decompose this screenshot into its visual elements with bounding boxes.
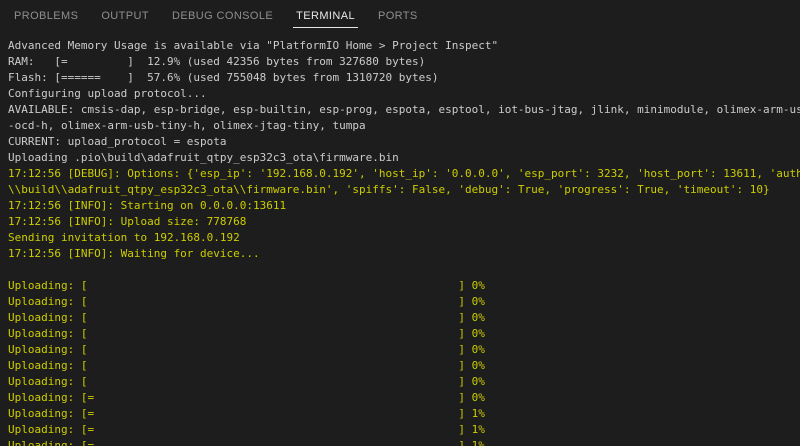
terminal-line-progress: Uploading: [= ] 1%: [8, 422, 800, 438]
terminal-line-progress: Uploading: [= ] 1%: [8, 406, 800, 422]
terminal-line-info-starting: 17:12:56 [INFO]: Starting on 0.0.0.0:136…: [8, 198, 800, 214]
terminal-line-debug-options: 17:12:56 [DEBUG]: Options: {'esp_ip': '1…: [8, 166, 800, 182]
tab-ports[interactable]: PORTS: [375, 6, 421, 28]
terminal-line-progress: Uploading: [ ] 0%: [8, 294, 800, 310]
terminal-line-progress: Uploading: [ ] 0%: [8, 326, 800, 342]
terminal-line-flash: Flash: [====== ] 57.6% (used 755048 byte…: [8, 70, 800, 86]
terminal-line-available: AVAILABLE: cmsis-dap, esp-bridge, esp-bu…: [8, 102, 800, 118]
terminal-line-current: CURRENT: upload_protocol = espota: [8, 134, 800, 150]
terminal-line-uploading-bin: Uploading .pio\build\adafruit_qtpy_esp32…: [8, 150, 800, 166]
terminal-line-progress: Uploading: [ ] 0%: [8, 374, 800, 390]
terminal-line-memory-usage: Advanced Memory Usage is available via "…: [8, 38, 800, 54]
terminal-line-progress: Uploading: [ ] 0%: [8, 278, 800, 294]
tab-problems[interactable]: PROBLEMS: [11, 6, 81, 28]
terminal-line-available-wrap: -ocd-h, olimex-arm-usb-tiny-h, olimex-jt…: [8, 118, 800, 134]
tab-output[interactable]: OUTPUT: [98, 6, 152, 28]
panel-tab-bar: PROBLEMS OUTPUT DEBUG CONSOLE TERMINAL P…: [0, 0, 800, 33]
terminal-line-configuring: Configuring upload protocol...: [8, 86, 800, 102]
terminal-line-blank: [8, 262, 800, 278]
terminal-line-options-wrap: \\build\\adafruit_qtpy_esp32c3_ota\\firm…: [8, 182, 800, 198]
terminal-line-progress: Uploading: [= ] 1%: [8, 438, 800, 446]
tab-terminal[interactable]: TERMINAL: [293, 6, 358, 28]
terminal-line-waiting: 17:12:56 [INFO]: Waiting for device...: [8, 246, 800, 262]
terminal-line-upload-size: 17:12:56 [INFO]: Upload size: 778768: [8, 214, 800, 230]
terminal-line-progress: Uploading: [ ] 0%: [8, 358, 800, 374]
tab-debug-console[interactable]: DEBUG CONSOLE: [169, 6, 276, 28]
terminal-line-progress: Uploading: [ ] 0%: [8, 310, 800, 326]
terminal-line-invitation: Sending invitation to 192.168.0.192: [8, 230, 800, 246]
terminal-line-progress: Uploading: [= ] 0%: [8, 390, 800, 406]
terminal-output[interactable]: Advanced Memory Usage is available via "…: [0, 33, 800, 446]
terminal-line-ram: RAM: [= ] 12.9% (used 42356 bytes from 3…: [8, 54, 800, 70]
terminal-line-progress: Uploading: [ ] 0%: [8, 342, 800, 358]
